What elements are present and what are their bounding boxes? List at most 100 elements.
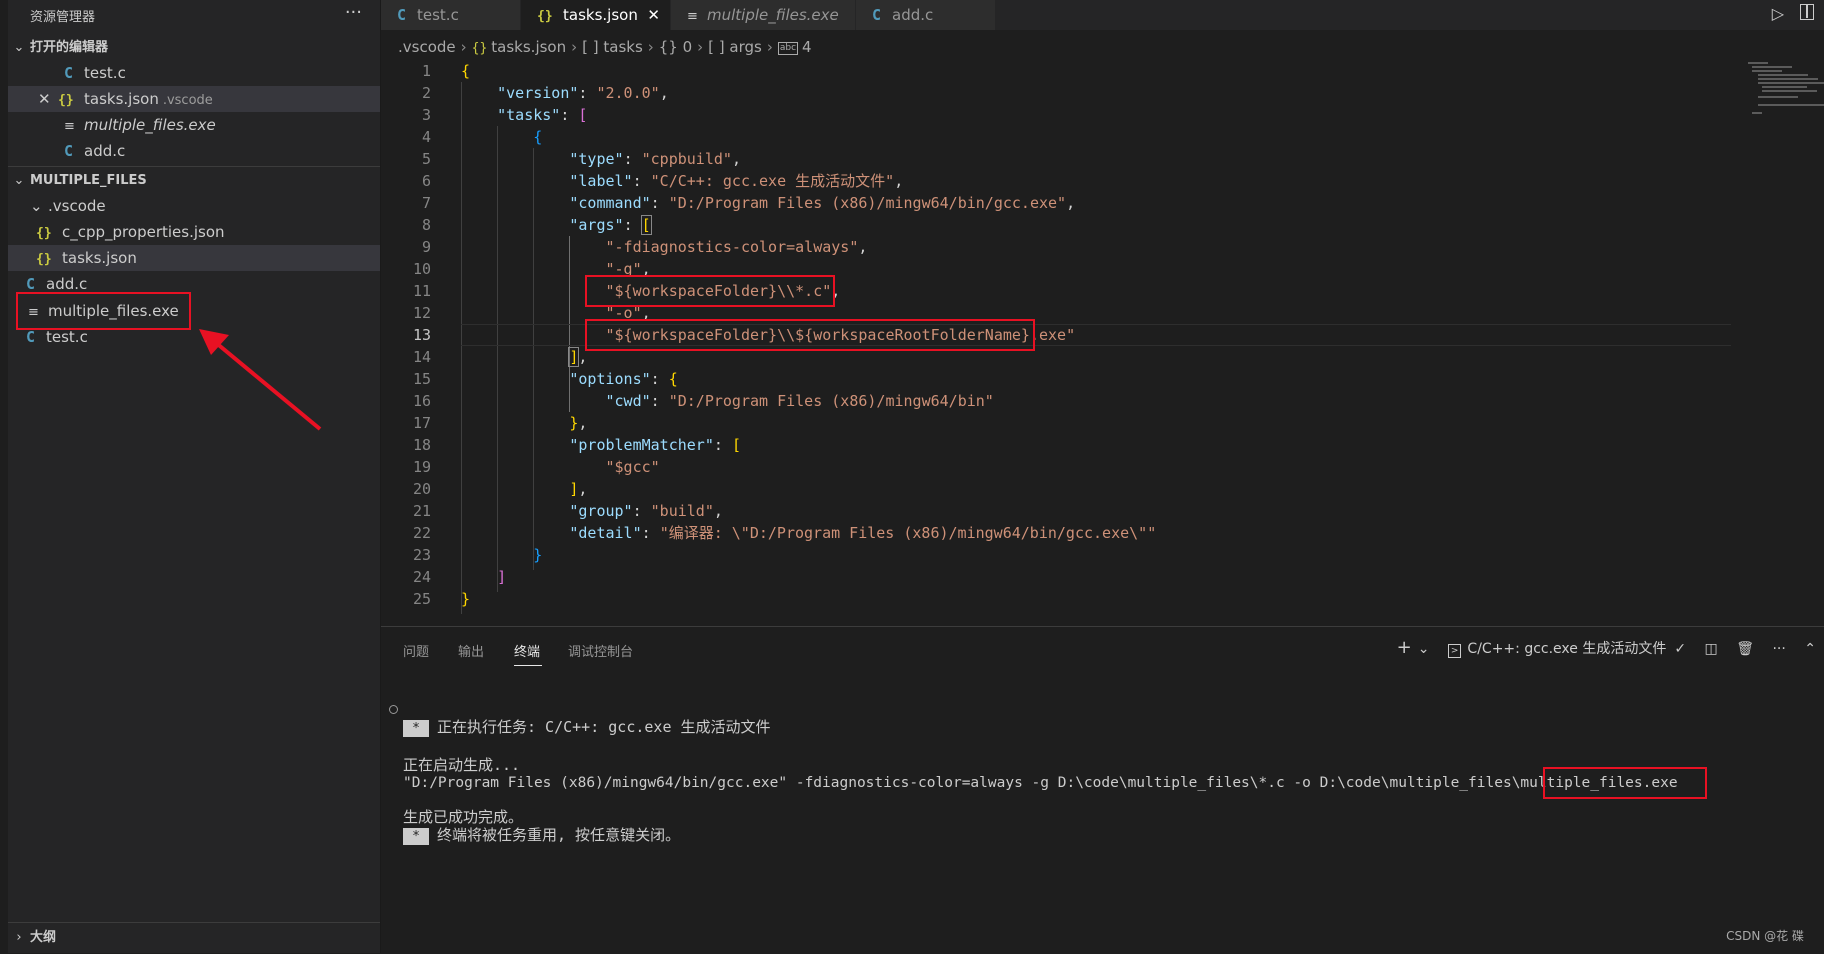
run-icon[interactable]: ▷ (1772, 4, 1784, 23)
terminal-task-name[interactable]: C/C++: gcc.exe 生成活动文件 (1467, 641, 1666, 657)
breadcrumb-item[interactable]: [ ] tasks (582, 38, 643, 56)
split-terminal-icon[interactable]: ◫ (1705, 641, 1718, 657)
terminal-status-circle-icon (389, 705, 398, 714)
code-line-4: { (533, 128, 543, 146)
explorer-title: 资源管理器 (30, 10, 96, 25)
code-line-2: "version": "2.0.0", (497, 84, 669, 102)
more-actions-icon[interactable]: ··· (1772, 641, 1785, 657)
line-number: 22 (412, 524, 431, 542)
file-label: tasks.json (84, 90, 159, 108)
tab-tasks-json[interactable]: {} tasks.json ✕ (521, 0, 671, 30)
close-icon[interactable]: ✕ (647, 0, 660, 30)
terminal-text: "D:/Program Files (x86)/mingw64/bin/gcc.… (403, 775, 1512, 791)
json-file-icon: {} (471, 41, 488, 56)
annotation-arrow-icon (199, 329, 322, 431)
line-number: 17 (412, 414, 431, 432)
line-number: 15 (412, 370, 431, 388)
chevron-down-icon: ⌄ (13, 173, 25, 188)
more-actions-icon[interactable]: ··· (345, 2, 362, 23)
code-line-18: "problemMatcher": [ (569, 436, 741, 454)
explorer-sidebar: 资源管理器 ··· ⌄ 打开的编辑器 Ctest.c ✕{} tasks.json.… (0, 0, 381, 953)
tree-item-c-cpp-properties[interactable]: {} c_cpp_properties.json (8, 219, 380, 245)
tab-multiple-files-exe[interactable]: ≡ multiple_files.exe (671, 0, 856, 30)
tab-output[interactable]: 输出 (458, 641, 484, 660)
code-line-6: "label": "C/C++: gcc.exe 生成活动文件", (569, 172, 904, 190)
file-label: multiple_files.exe (84, 116, 216, 134)
chevron-up-icon[interactable]: ⌃ (1804, 641, 1816, 657)
annotation-highlight-box (585, 319, 1035, 351)
check-icon: ✓ (1674, 641, 1687, 657)
minimap-line (1762, 86, 1807, 88)
new-terminal-icon[interactable]: + (1397, 637, 1412, 658)
minimap-line (1752, 112, 1762, 114)
c-file-icon: C (64, 142, 74, 160)
line-number: 11 (412, 282, 431, 300)
code-line-25: } (461, 590, 471, 608)
close-icon[interactable]: ✕ (38, 86, 58, 112)
annotation-highlight-box (1543, 767, 1707, 799)
code-line-9: "-fdiagnostics-color=always", (605, 238, 868, 256)
minimap-line (1758, 74, 1808, 76)
chevron-down-icon[interactable]: ⌄ (1418, 641, 1430, 657)
tab-add-c[interactable]: Cadd.c (856, 0, 996, 30)
tab-label: test.c (417, 6, 459, 24)
code-line-15: "options": { (569, 370, 678, 388)
tab-label: multiple_files.exe (707, 6, 839, 24)
line-number: 6 (421, 172, 431, 190)
tab-problems[interactable]: 问题 (403, 641, 429, 660)
line-number: 8 (421, 216, 431, 234)
workspace-label: MULTIPLE_FILES (30, 173, 147, 188)
file-folder-desc: .vscode (162, 93, 213, 108)
terminal-text: 正在执行任务: C/C++: gcc.exe 生成活动文件 (437, 718, 771, 736)
folder-label: .vscode (48, 197, 106, 215)
folder-vscode[interactable]: ⌄ .vscode (8, 193, 380, 219)
line-number: 12 (412, 304, 431, 322)
open-editor-tasks-json[interactable]: ✕{} tasks.json .vscode (8, 86, 380, 112)
json-file-icon: {} (537, 9, 553, 24)
line-number: 21 (412, 502, 431, 520)
activity-bar-edge (0, 0, 8, 953)
open-editor-add-c[interactable]: Cadd.c (8, 138, 380, 164)
line-number: 10 (412, 260, 431, 278)
code-line-8: "args": [ (569, 215, 652, 235)
breadcrumb-item[interactable]: {} 0 (659, 38, 692, 56)
minimap[interactable] (1744, 60, 1824, 160)
c-file-icon: C (397, 6, 407, 24)
chevron-right-icon: › (697, 38, 704, 56)
tree-item-tasks-json[interactable]: {} tasks.json (8, 245, 380, 271)
open-editor-test-c[interactable]: Ctest.c (8, 60, 380, 86)
trash-icon[interactable]: 🗑 (1736, 641, 1754, 657)
file-label: tasks.json (62, 249, 137, 267)
open-editor-multiple-files-exe[interactable]: ≡ multiple_files.exe (8, 112, 380, 138)
minimap-line (1752, 70, 1782, 72)
terminal-line-3: "D:/Program Files (x86)/mingw64/bin/gcc.… (403, 773, 1678, 793)
code-line-19: "$gcc" (605, 458, 660, 476)
terminal-line-2: 正在启动生成... (403, 756, 521, 774)
line-number: 13 (412, 326, 431, 344)
json-file-icon: {} (58, 93, 74, 108)
file-label: add.c (46, 275, 88, 293)
code-line-16: "cwd": "D:/Program Files (x86)/mingw64/b… (605, 392, 994, 410)
minimap-line (1748, 62, 1768, 64)
line-number: 4 (421, 128, 431, 146)
workspace-header[interactable]: ⌄ MULTIPLE_FILES (8, 169, 380, 193)
line-number: 1 (421, 62, 431, 80)
split-editor-icon[interactable] (1800, 4, 1814, 20)
tab-terminal[interactable]: 终端 (514, 641, 540, 660)
section-divider (8, 166, 380, 167)
open-editors-header[interactable]: ⌄ 打开的编辑器 (8, 36, 380, 60)
code-line-14: ], (568, 347, 588, 367)
breadcrumb-item[interactable]: 4 (802, 38, 812, 56)
minimap-line (1752, 66, 1792, 68)
c-file-icon: C (872, 6, 882, 24)
breadcrumb-item[interactable]: [ ] args (708, 38, 762, 56)
tab-test-c[interactable]: Ctest.c (381, 0, 521, 30)
tab-debug-console[interactable]: 调试控制台 (568, 641, 633, 660)
code-editor[interactable]: 1 2 3 4 5 6 7 8 9 10 11 12 13 14 15 16 17 18 19 20 21 22 23 24 2… (381, 60, 1824, 626)
outline-header[interactable]: › 大纲 (8, 926, 380, 950)
line-number: 23 (412, 546, 431, 564)
breadcrumb-item[interactable]: .vscode (398, 38, 456, 56)
breadcrumb-item[interactable]: tasks.json (491, 38, 566, 56)
chevron-right-icon: › (571, 38, 578, 56)
minimap-line (1758, 78, 1818, 80)
